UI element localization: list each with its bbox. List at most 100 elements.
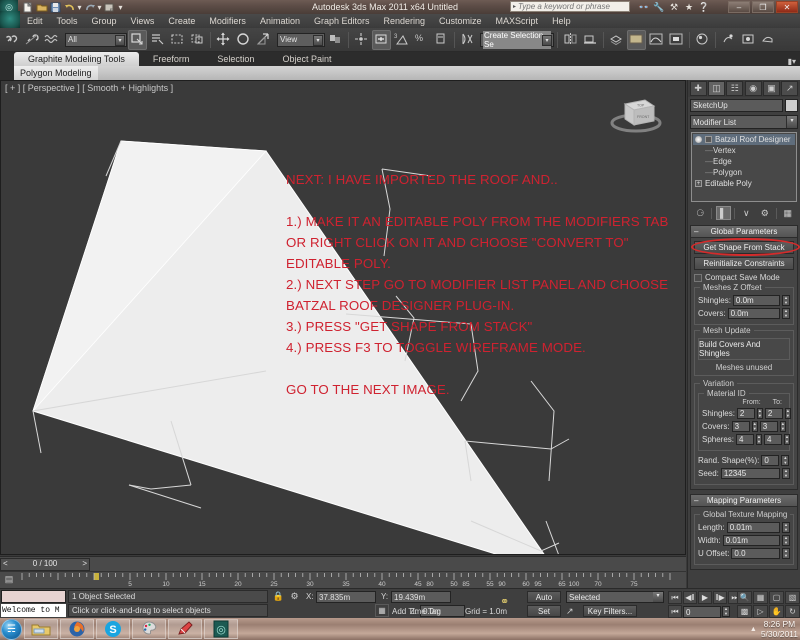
- matid-shingles-to-field[interactable]: 2: [764, 408, 783, 419]
- ribbon-options-icon[interactable]: ▮▾: [788, 57, 800, 66]
- spinner-icon[interactable]: ▲ ▼: [782, 295, 790, 306]
- display-tab-icon[interactable]: ▣: [762, 81, 780, 96]
- zoom-icon[interactable]: 🔍: [737, 591, 752, 604]
- object-name-field[interactable]: SketchUp: [690, 99, 783, 112]
- checkbox-icon[interactable]: [694, 273, 702, 282]
- search-box[interactable]: ▸: [510, 1, 630, 12]
- matid-spheres-to-field[interactable]: 4: [764, 434, 782, 445]
- modifier-list-combo[interactable]: Modifier List ▾: [690, 115, 798, 129]
- menu-help[interactable]: Help: [545, 14, 578, 28]
- menu-create[interactable]: Create: [161, 14, 202, 28]
- set-key-button[interactable]: Set Key: [527, 605, 561, 627]
- pin-stack-icon[interactable]: ⚆: [693, 206, 708, 220]
- maxscript-listener-output[interactable]: [1, 590, 66, 603]
- ribbon-polygon-modeling-label[interactable]: Polygon Modeling: [14, 66, 98, 80]
- spinner-icon[interactable]: ▲ ▼: [756, 434, 762, 445]
- menu-maxscript[interactable]: MAXScript: [489, 14, 546, 28]
- reinitialize-constraints-button[interactable]: Reinitialize Constraints: [694, 257, 794, 270]
- spinner-snap-toggle-icon[interactable]: [432, 30, 451, 50]
- rectangular-selection-region-icon[interactable]: [168, 30, 187, 50]
- chevron-down-icon[interactable]: ▾: [786, 116, 797, 128]
- snaps-toggle-icon[interactable]: [372, 29, 391, 50]
- close-button[interactable]: ✕: [776, 1, 798, 13]
- save-icon[interactable]: [49, 1, 62, 13]
- search-dropdown-icon[interactable]: ▸: [511, 3, 518, 10]
- time-slider-track[interactable]: [90, 557, 686, 571]
- open-mini-curve-editor-icon[interactable]: ▤: [2, 574, 16, 587]
- zoom-extents-icon[interactable]: ▢: [769, 591, 784, 604]
- spinner-icon[interactable]: ▲ ▼: [722, 606, 730, 617]
- rollout-global-parameters-header[interactable]: – Global Parameters: [691, 226, 797, 238]
- viewcube[interactable]: TOP FRONT: [605, 91, 667, 137]
- build-covers-and-shingles-button[interactable]: Build Covers And Shingles: [698, 338, 790, 360]
- paint-icon[interactable]: [132, 619, 166, 639]
- firefox-icon[interactable]: [60, 619, 94, 639]
- spinner-icon[interactable]: ▲ ▼: [756, 408, 763, 419]
- stack-subitem-vertex[interactable]: Vertex: [693, 145, 795, 156]
- covers-offset-field[interactable]: 0.0m: [727, 308, 780, 319]
- menu-animation[interactable]: Animation: [253, 14, 307, 28]
- select-object-icon[interactable]: [128, 29, 147, 50]
- stack-subitem-polygon[interactable]: Polygon: [693, 167, 795, 178]
- angle-snap-toggle-icon[interactable]: 3: [392, 30, 411, 50]
- window-crossing-toggle-icon[interactable]: [188, 30, 207, 50]
- width-field[interactable]: 0.01m: [722, 535, 780, 546]
- search-input[interactable]: [518, 2, 629, 11]
- spinner-icon[interactable]: ▲ ▼: [779, 421, 786, 432]
- matid-spheres-from-field[interactable]: 4: [736, 434, 755, 445]
- walkthrough-icon[interactable]: ▷: [753, 605, 768, 618]
- spinner-icon[interactable]: ▲ ▼: [781, 455, 790, 466]
- select-and-scale-icon[interactable]: [254, 30, 273, 50]
- binoculars-icon[interactable]: 👓: [638, 1, 650, 13]
- stack-subitem-edge[interactable]: Edge: [693, 156, 795, 167]
- chevron-down-icon[interactable]: ▾: [115, 34, 125, 46]
- track-bar[interactable]: ▤ 5 10 15 20 25 30 35 40 45 50 55 60 65 70 75 80 85…: [0, 571, 686, 589]
- add-time-tag-label[interactable]: Add Time Tag: [392, 607, 441, 616]
- plus-icon[interactable]: +: [695, 180, 702, 187]
- open-file-icon[interactable]: [35, 1, 48, 13]
- stack-item-editable-poly[interactable]: + Editable Poly: [693, 178, 795, 189]
- menu-modifiers[interactable]: Modifiers: [202, 14, 253, 28]
- rendered-frame-window-icon[interactable]: [739, 30, 758, 50]
- object-color-swatch[interactable]: [785, 99, 798, 112]
- modifier-stack[interactable]: Batzal Roof Designer Vertex Edge Polygon…: [691, 132, 797, 202]
- key-filters-button[interactable]: Key Filters...: [583, 605, 637, 617]
- select-and-move-icon[interactable]: [214, 30, 233, 50]
- spinner-icon[interactable]: ▲ ▼: [782, 522, 790, 533]
- skype-icon[interactable]: S: [96, 619, 130, 639]
- render-setup-icon[interactable]: [719, 30, 738, 50]
- time-tag-icon[interactable]: ▦: [375, 604, 389, 617]
- menu-views[interactable]: Views: [124, 14, 162, 28]
- current-frame-field[interactable]: 0: [683, 605, 721, 618]
- key-selection-set-combo[interactable]: Selected ▾: [566, 591, 664, 603]
- spinner-icon[interactable]: ▲ ▼: [751, 421, 758, 432]
- get-shape-from-stack-button[interactable]: Get Shape From Stack: [694, 241, 794, 254]
- matid-covers-to-field[interactable]: 3: [759, 421, 778, 432]
- select-and-manipulate-icon[interactable]: [352, 30, 371, 50]
- spinner-icon[interactable]: ▲ ▼: [784, 434, 790, 445]
- seed-field[interactable]: 12345: [720, 468, 780, 479]
- windows-explorer-icon[interactable]: [24, 619, 58, 639]
- menu-group[interactable]: Group: [85, 14, 124, 28]
- named-selection-sets-combo[interactable]: Create Selection Se ▾: [480, 30, 554, 49]
- project-folder-icon[interactable]: E: [103, 1, 116, 13]
- 3dsmax-icon[interactable]: ◎: [204, 619, 238, 639]
- use-pivot-point-center-icon[interactable]: [326, 30, 345, 50]
- tab-selection[interactable]: Selection: [203, 52, 268, 66]
- maximize-button[interactable]: ❐: [752, 1, 774, 13]
- hierarchy-tab-icon[interactable]: ☷: [726, 81, 744, 96]
- pan-icon[interactable]: ✋: [769, 605, 784, 618]
- menu-rendering[interactable]: Rendering: [377, 14, 433, 28]
- viewport-label[interactable]: [ + ] [ Perspective ] [ Smooth + Highlig…: [5, 83, 173, 93]
- curve-editor-icon[interactable]: [647, 30, 666, 50]
- prev-frame-arrow[interactable]: <: [3, 558, 8, 570]
- create-tab-icon[interactable]: ✚: [689, 81, 707, 96]
- previous-frame-icon[interactable]: ◀‖: [683, 591, 697, 604]
- tab-object-paint[interactable]: Object Paint: [268, 52, 345, 66]
- select-and-link-icon[interactable]: [2, 30, 21, 50]
- modify-tab-icon[interactable]: ◫: [707, 81, 725, 96]
- absolute-mode-transform-icon[interactable]: ⚙: [288, 591, 301, 603]
- motion-tab-icon[interactable]: ◉: [744, 81, 762, 96]
- next-frame-icon[interactable]: ‖▶: [713, 591, 727, 604]
- minimize-button[interactable]: –: [728, 1, 750, 13]
